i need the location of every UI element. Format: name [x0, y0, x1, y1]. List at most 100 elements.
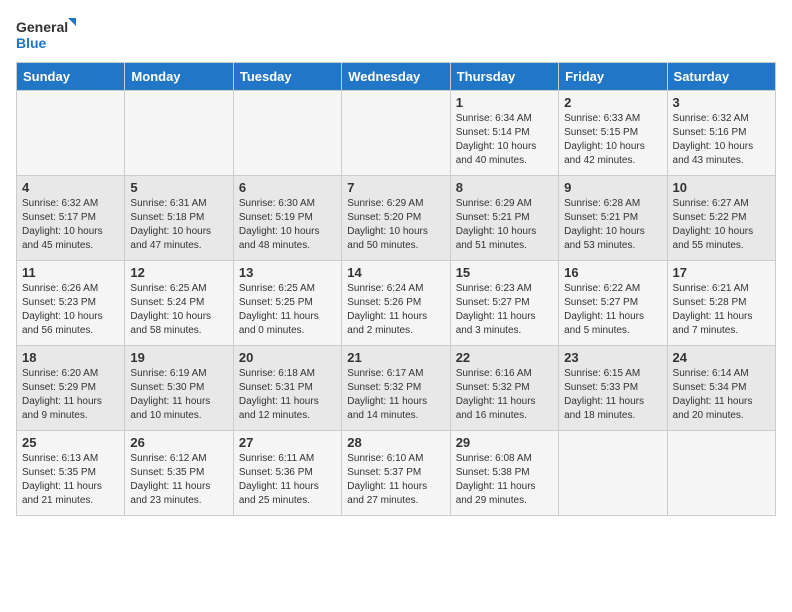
day-number: 20 — [239, 350, 336, 365]
day-number: 14 — [347, 265, 444, 280]
calendar-cell: 24 Sunrise: 6:14 AM Sunset: 5:34 PM Dayli… — [667, 346, 775, 431]
calendar-cell: 7 Sunrise: 6:29 AM Sunset: 5:20 PM Daylig… — [342, 176, 450, 261]
day-number: 22 — [456, 350, 553, 365]
day-info: Sunrise: 6:08 AM Sunset: 5:38 PM Dayligh… — [456, 452, 553, 508]
day-info: Sunrise: 6:26 AM Sunset: 5:23 PM Dayligh… — [22, 282, 119, 338]
day-number: 21 — [347, 350, 444, 365]
calendar-cell — [342, 91, 450, 176]
day-info: Sunrise: 6:33 AM Sunset: 5:15 PM Dayligh… — [564, 112, 661, 168]
day-number: 27 — [239, 435, 336, 450]
calendar-cell: 8 Sunrise: 6:29 AM Sunset: 5:21 PM Daylig… — [450, 176, 558, 261]
svg-text:General: General — [16, 19, 68, 35]
day-number: 15 — [456, 265, 553, 280]
day-info: Sunrise: 6:20 AM Sunset: 5:29 PM Dayligh… — [22, 367, 119, 423]
day-number: 6 — [239, 180, 336, 195]
day-info: Sunrise: 6:27 AM Sunset: 5:22 PM Dayligh… — [673, 197, 770, 253]
calendar-cell: 28 Sunrise: 6:10 AM Sunset: 5:37 PM Dayli… — [342, 431, 450, 516]
calendar-week-5: 25Sunrise: 6:13 AM Sunset: 5:35 PM Dayli… — [17, 431, 776, 516]
day-info: Sunrise: 6:23 AM Sunset: 5:27 PM Dayligh… — [456, 282, 553, 338]
day-info: Sunrise: 6:10 AM Sunset: 5:37 PM Dayligh… — [347, 452, 444, 508]
day-info: Sunrise: 6:15 AM Sunset: 5:33 PM Dayligh… — [564, 367, 661, 423]
day-info: Sunrise: 6:16 AM Sunset: 5:32 PM Dayligh… — [456, 367, 553, 423]
calendar-cell: 5 Sunrise: 6:31 AM Sunset: 5:18 PM Daylig… — [125, 176, 233, 261]
day-number: 25 — [22, 435, 119, 450]
day-header-friday: Friday — [559, 63, 667, 91]
calendar-cell: 23 Sunrise: 6:15 AM Sunset: 5:33 PM Dayli… — [559, 346, 667, 431]
day-header-thursday: Thursday — [450, 63, 558, 91]
day-number: 26 — [130, 435, 227, 450]
day-info: Sunrise: 6:18 AM Sunset: 5:31 PM Dayligh… — [239, 367, 336, 423]
calendar-cell: 27 Sunrise: 6:11 AM Sunset: 5:36 PM Dayli… — [233, 431, 341, 516]
logo: GeneralBlue — [16, 16, 76, 54]
calendar-cell: 22 Sunrise: 6:16 AM Sunset: 5:32 PM Dayli… — [450, 346, 558, 431]
page-header: GeneralBlue — [16, 16, 776, 54]
day-info: Sunrise: 6:34 AM Sunset: 5:14 PM Dayligh… — [456, 112, 553, 168]
day-number: 4 — [22, 180, 119, 195]
calendar-cell: 14 Sunrise: 6:24 AM Sunset: 5:26 PM Dayli… — [342, 261, 450, 346]
calendar-cell: 3 Sunrise: 6:32 AM Sunset: 5:16 PM Daylig… — [667, 91, 775, 176]
day-info: Sunrise: 6:29 AM Sunset: 5:20 PM Dayligh… — [347, 197, 444, 253]
calendar-cell: 4 Sunrise: 6:32 AM Sunset: 5:17 PM Daylig… — [17, 176, 125, 261]
calendar-week-2: 4 Sunrise: 6:32 AM Sunset: 5:17 PM Daylig… — [17, 176, 776, 261]
calendar-week-1: 1 Sunrise: 6:34 AM Sunset: 5:14 PM Daylig… — [17, 91, 776, 176]
day-info: Sunrise: 6:24 AM Sunset: 5:26 PM Dayligh… — [347, 282, 444, 338]
day-number: 12 — [130, 265, 227, 280]
calendar-cell — [17, 91, 125, 176]
day-info: Sunrise: 6:17 AM Sunset: 5:32 PM Dayligh… — [347, 367, 444, 423]
day-info: Sunrise: 6:32 AM Sunset: 5:16 PM Dayligh… — [673, 112, 770, 168]
calendar-cell: 12 Sunrise: 6:25 AM Sunset: 5:24 PM Dayli… — [125, 261, 233, 346]
calendar-cell: 6 Sunrise: 6:30 AM Sunset: 5:19 PM Daylig… — [233, 176, 341, 261]
day-number: 7 — [347, 180, 444, 195]
day-number: 18 — [22, 350, 119, 365]
day-number: 29 — [456, 435, 553, 450]
day-number: 13 — [239, 265, 336, 280]
calendar-cell: 13 Sunrise: 6:25 AM Sunset: 5:25 PM Dayli… — [233, 261, 341, 346]
calendar-cell: 18 Sunrise: 6:20 AM Sunset: 5:29 PM Dayli… — [17, 346, 125, 431]
logo-svg: GeneralBlue — [16, 16, 76, 54]
day-info: Sunrise: 6:22 AM Sunset: 5:27 PM Dayligh… — [564, 282, 661, 338]
calendar-cell: 16 Sunrise: 6:22 AM Sunset: 5:27 PM Dayli… — [559, 261, 667, 346]
day-number: 28 — [347, 435, 444, 450]
calendar-header-row: SundayMondayTuesdayWednesdayThursdayFrid… — [17, 63, 776, 91]
calendar-cell: 9Sunrise: 6:28 AM Sunset: 5:21 PM Daylig… — [559, 176, 667, 261]
calendar-cell: 19Sunrise: 6:19 AM Sunset: 5:30 PM Dayli… — [125, 346, 233, 431]
day-number: 23 — [564, 350, 661, 365]
day-header-saturday: Saturday — [667, 63, 775, 91]
calendar-cell — [559, 431, 667, 516]
day-number: 9 — [564, 180, 661, 195]
day-number: 24 — [673, 350, 770, 365]
calendar-week-3: 11 Sunrise: 6:26 AM Sunset: 5:23 PM Dayli… — [17, 261, 776, 346]
day-header-wednesday: Wednesday — [342, 63, 450, 91]
calendar-cell: 17 Sunrise: 6:21 AM Sunset: 5:28 PM Dayli… — [667, 261, 775, 346]
day-info: Sunrise: 6:11 AM Sunset: 5:36 PM Dayligh… — [239, 452, 336, 508]
calendar-cell: 29 Sunrise: 6:08 AM Sunset: 5:38 PM Dayli… — [450, 431, 558, 516]
day-number: 11 — [22, 265, 119, 280]
calendar-cell — [125, 91, 233, 176]
day-number: 3 — [673, 95, 770, 110]
day-header-monday: Monday — [125, 63, 233, 91]
calendar-week-4: 18 Sunrise: 6:20 AM Sunset: 5:29 PM Dayli… — [17, 346, 776, 431]
day-number: 17 — [673, 265, 770, 280]
day-number: 2 — [564, 95, 661, 110]
calendar-cell: 10 Sunrise: 6:27 AM Sunset: 5:22 PM Dayli… — [667, 176, 775, 261]
day-number: 8 — [456, 180, 553, 195]
day-number: 5 — [130, 180, 227, 195]
day-info: Sunrise: 6:31 AM Sunset: 5:18 PM Dayligh… — [130, 197, 227, 253]
day-header-tuesday: Tuesday — [233, 63, 341, 91]
day-info: Sunrise: 6:19 AM Sunset: 5:30 PM Dayligh… — [130, 367, 227, 423]
day-number: 16 — [564, 265, 661, 280]
day-number: 1 — [456, 95, 553, 110]
day-info: Sunrise: 6:21 AM Sunset: 5:28 PM Dayligh… — [673, 282, 770, 338]
calendar-cell: 25Sunrise: 6:13 AM Sunset: 5:35 PM Dayli… — [17, 431, 125, 516]
day-info: Sunrise: 6:30 AM Sunset: 5:19 PM Dayligh… — [239, 197, 336, 253]
day-info: Sunrise: 6:29 AM Sunset: 5:21 PM Dayligh… — [456, 197, 553, 253]
calendar-cell — [233, 91, 341, 176]
day-info: Sunrise: 6:14 AM Sunset: 5:34 PM Dayligh… — [673, 367, 770, 423]
day-info: Sunrise: 6:25 AM Sunset: 5:24 PM Dayligh… — [130, 282, 227, 338]
calendar-table: SundayMondayTuesdayWednesdayThursdayFrid… — [16, 62, 776, 516]
day-number: 10 — [673, 180, 770, 195]
calendar-cell: 26Sunrise: 6:12 AM Sunset: 5:35 PM Dayli… — [125, 431, 233, 516]
calendar-cell: 21 Sunrise: 6:17 AM Sunset: 5:32 PM Dayli… — [342, 346, 450, 431]
day-info: Sunrise: 6:25 AM Sunset: 5:25 PM Dayligh… — [239, 282, 336, 338]
day-info: Sunrise: 6:32 AM Sunset: 5:17 PM Dayligh… — [22, 197, 119, 253]
